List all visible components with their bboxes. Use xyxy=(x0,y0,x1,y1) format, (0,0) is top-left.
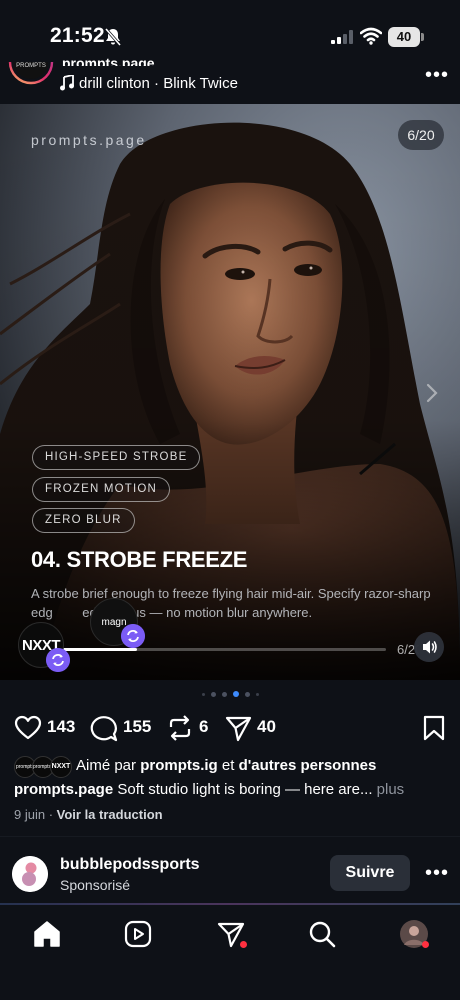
post-header: PROMPTS prompts.page drill clinton · Bli… xyxy=(0,56,460,104)
post-actions: 143 155 6 40 xyxy=(0,708,460,748)
slide-title: 04. STROBE FREEZE xyxy=(31,547,248,572)
repost-icon[interactable] xyxy=(166,714,194,742)
follow-button[interactable]: Suivre xyxy=(330,855,410,891)
account-avatar[interactable]: PROMPTS xyxy=(8,56,54,96)
comment-icon[interactable] xyxy=(90,714,118,742)
home-icon[interactable] xyxy=(32,919,62,949)
battery-icon: 40 xyxy=(388,27,420,47)
post-date: 9 juin xyxy=(14,807,46,822)
post-caption[interactable]: prompts.page Soft studio light is boring… xyxy=(14,781,454,798)
chevron-right-icon[interactable] xyxy=(425,382,439,404)
notification-dot xyxy=(422,941,429,948)
carousel-dots xyxy=(0,691,460,699)
caption-more-link[interactable]: plus xyxy=(373,781,405,798)
liked-by-text: Aimé par prompts.ig et d'autres personne… xyxy=(76,757,377,774)
carousel-dot xyxy=(255,692,259,696)
volume-icon[interactable] xyxy=(414,632,444,662)
search-icon[interactable] xyxy=(307,919,337,949)
more-options-icon[interactable]: ••• xyxy=(425,862,449,885)
battery-tip xyxy=(421,33,424,41)
account-name[interactable]: prompts.page xyxy=(62,56,155,66)
tag-chip: HIGH-SPEED STROBE xyxy=(32,445,201,470)
carousel-dot xyxy=(244,691,250,697)
carousel-dot-active xyxy=(232,691,239,697)
music-note-icon xyxy=(60,75,74,91)
repost-count[interactable]: 6 xyxy=(199,717,208,737)
progress-fill xyxy=(62,648,137,651)
slide-counter: 6/20 xyxy=(398,120,444,150)
status-time: 21:52 xyxy=(50,24,105,47)
tag-chip: FROZEN MOTION xyxy=(32,477,171,502)
wifi-icon xyxy=(360,27,382,45)
signal-icon xyxy=(331,30,353,44)
translate-link[interactable]: Voir la traduction xyxy=(57,807,163,822)
tag-chip: ZERO BLUR xyxy=(32,508,135,533)
share-icon[interactable] xyxy=(224,714,252,742)
others-link[interactable]: d'autres personnes xyxy=(239,757,377,774)
comment-count[interactable]: 155 xyxy=(123,717,151,737)
liked-by-row[interactable]: prompts prompts.ai NXXT Aimé par prompts… xyxy=(14,756,454,778)
sponsor-avatar[interactable] xyxy=(12,856,48,892)
like-count[interactable]: 143 xyxy=(47,717,75,737)
post-meta: 9 juin · Voir la traduction xyxy=(14,807,163,822)
carousel-dot xyxy=(221,691,227,697)
caption-username[interactable]: prompts.page xyxy=(14,781,113,798)
svg-text:PROMPTS: PROMPTS xyxy=(16,63,46,69)
video-progress-bar[interactable] xyxy=(62,648,386,651)
carousel-dot xyxy=(201,692,205,696)
reels-icon[interactable] xyxy=(123,919,153,949)
bell-off-icon xyxy=(104,28,122,46)
status-bar: 21:52 40 xyxy=(0,0,460,62)
more-options-icon[interactable]: ••• xyxy=(425,64,449,87)
notification-dot xyxy=(240,941,247,948)
liker-username[interactable]: prompts.ig xyxy=(140,757,218,774)
post-media[interactable]: prompts.page 6/20 HIGH-SPEED STROBE FROZ… xyxy=(0,104,460,680)
sponsored-label: Sponsorisé xyxy=(60,877,131,893)
remix-icon xyxy=(46,648,70,672)
bottom-nav xyxy=(0,905,460,1000)
bookmark-icon[interactable] xyxy=(420,714,448,742)
heart-icon[interactable] xyxy=(14,714,42,742)
watermark-text: prompts.page xyxy=(31,132,147,148)
divider xyxy=(0,836,460,837)
liker-avatar: NXXT xyxy=(50,756,72,778)
caption-text: Soft studio light is boring — here are..… xyxy=(113,781,373,798)
share-count[interactable]: 40 xyxy=(257,717,276,737)
carousel-dot xyxy=(210,691,216,697)
sponsor-name[interactable]: bubblepodssports xyxy=(60,856,200,874)
remix-icon xyxy=(121,624,145,648)
music-label[interactable]: drill clinton · Blink Twice xyxy=(79,75,238,92)
